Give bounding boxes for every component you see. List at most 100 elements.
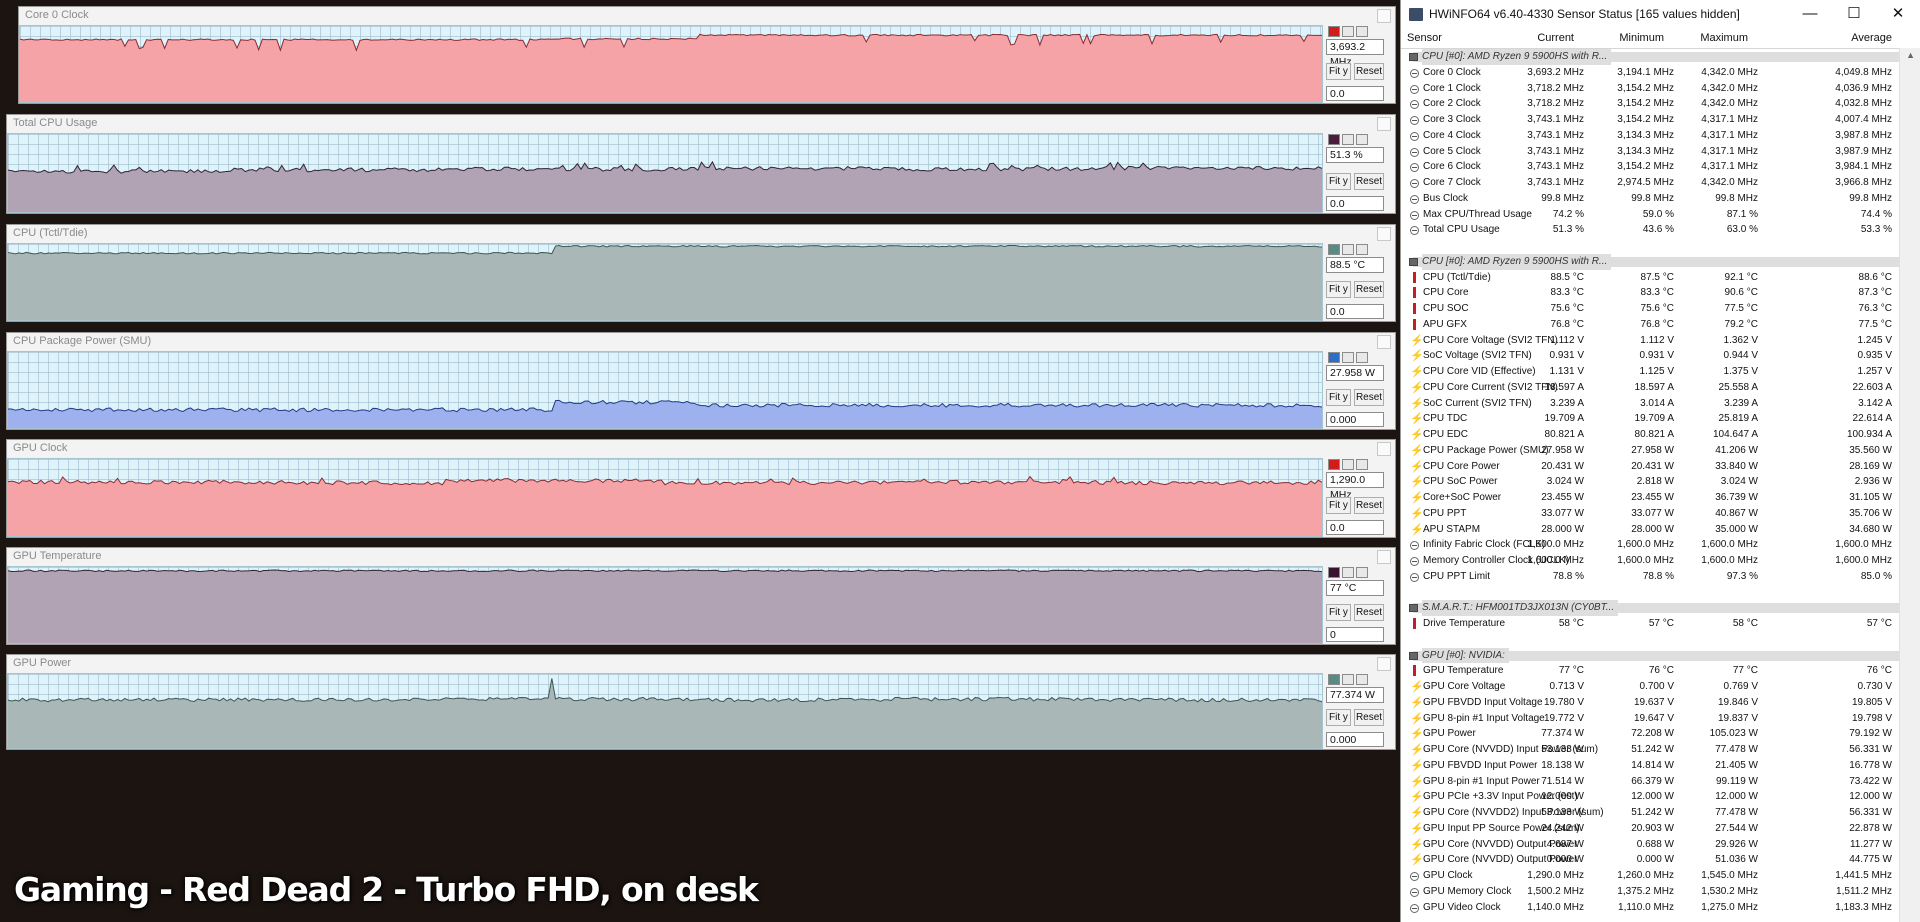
col-minimum[interactable]: Minimum — [1619, 32, 1664, 44]
sensor-row[interactable]: Core 0 Clock 3,693.2 MHz 3,194.1 MHz 4,342.… — [1401, 65, 1920, 81]
sensor-row[interactable]: Memory Controller Clock (UCLK) 1,600.0 MH… — [1401, 553, 1920, 569]
fit-y-button[interactable]: Fit y — [1326, 497, 1351, 514]
color-swatch-icon[interactable] — [1342, 26, 1354, 37]
sensor-row[interactable]: ⚡ GPU PCIe +3.3V Input Power (est) 12.000 … — [1401, 789, 1920, 805]
sensor-row[interactable]: Drive Temperature 58 °C 57 °C 58 °C 57 °C — [1401, 616, 1920, 632]
color-swatch-icon[interactable] — [1328, 352, 1340, 363]
color-swatches[interactable] — [1328, 567, 1368, 578]
scroll-up-arrow-icon[interactable]: ▲ — [1906, 50, 1915, 60]
sensor-row[interactable]: ⚡ CPU Core Power 20.431 W 20.431 W 33.840 W 2… — [1401, 459, 1920, 475]
sensor-group-header[interactable]: S.M.A.R.T.: HFM001TD3JX013N (CY0BT... — [1401, 600, 1920, 616]
color-swatch-icon[interactable] — [1342, 244, 1354, 255]
sensor-row[interactable]: Core 7 Clock 3,743.1 MHz 2,974.5 MHz 4,342.… — [1401, 175, 1920, 191]
reset-button[interactable]: Reset — [1354, 604, 1384, 621]
color-swatch-icon[interactable] — [1356, 459, 1368, 470]
fit-y-button[interactable]: Fit y — [1326, 709, 1351, 726]
fit-y-button[interactable]: Fit y — [1326, 389, 1351, 406]
graph-plot[interactable] — [7, 351, 1323, 429]
graph-plot[interactable] — [7, 133, 1323, 213]
reset-button[interactable]: Reset — [1354, 281, 1384, 298]
col-current[interactable]: Current — [1537, 32, 1574, 44]
reset-button[interactable]: Reset — [1354, 389, 1384, 406]
sensor-row[interactable]: Infinity Fabric Clock (FCLK) 1,600.0 MHz 1… — [1401, 537, 1920, 553]
min-value-box[interactable]: 0.0 — [1326, 520, 1384, 535]
minimize-icon[interactable]: — — [1788, 3, 1832, 25]
col-sensor[interactable]: Sensor — [1407, 32, 1442, 44]
vertical-scrollbar[interactable] — [1899, 48, 1920, 922]
color-swatch-icon[interactable] — [1356, 244, 1368, 255]
color-swatch-icon[interactable] — [1342, 134, 1354, 145]
color-swatch-icon[interactable] — [1328, 26, 1340, 37]
sensor-row[interactable]: ⚡ GPU FBVDD Input Voltage 19.780 V 19.637 V… — [1401, 695, 1920, 711]
sensor-row[interactable]: CPU PPT Limit 78.8 % 78.8 % 97.3 % 85.0 % — [1401, 569, 1920, 585]
sensor-row[interactable]: ⚡ GPU Core (NVVDD2) Input Power (sum) 53.1… — [1401, 805, 1920, 821]
sensor-row[interactable]: ⚡ GPU Core (NVVDD) Output Power 4.687 W 0.6… — [1401, 837, 1920, 853]
color-swatch-icon[interactable] — [1342, 459, 1354, 470]
fit-y-button[interactable]: Fit y — [1326, 63, 1351, 80]
sensor-row[interactable]: Core 4 Clock 3,743.1 MHz 3,134.3 MHz 4,317.… — [1401, 128, 1920, 144]
sensor-row[interactable]: Total CPU Usage 51.3 % 43.6 % 63.0 % 53.3 % — [1401, 222, 1920, 238]
sensor-row[interactable]: Core 6 Clock 3,743.1 MHz 3,154.2 MHz 4,317.… — [1401, 159, 1920, 175]
color-swatches[interactable] — [1328, 352, 1368, 363]
reset-button[interactable]: Reset — [1354, 63, 1384, 80]
sensor-row[interactable]: Core 2 Clock 3,718.2 MHz 3,154.2 MHz 4,342.… — [1401, 96, 1920, 112]
maximize-icon[interactable]: ☐ — [1832, 3, 1876, 25]
color-swatch-icon[interactable] — [1328, 459, 1340, 470]
graph-plot[interactable] — [7, 458, 1323, 537]
min-value-box[interactable]: 0 — [1326, 627, 1384, 642]
min-value-box[interactable]: 0.0 — [1326, 196, 1384, 211]
sensor-row[interactable]: ⚡ CPU Package Power (SMU) 27.958 W 27.958 W… — [1401, 443, 1920, 459]
sensor-row[interactable]: ⚡ GPU Core Voltage 0.713 V 0.700 V 0.769 V 0.… — [1401, 679, 1920, 695]
graph-plot[interactable] — [7, 243, 1323, 321]
color-swatch-icon[interactable] — [1328, 244, 1340, 255]
sensor-row[interactable]: ⚡ GPU Core (NVVDD) Output Power 0.000 W 0.0… — [1401, 852, 1920, 868]
sensor-row[interactable]: ⚡ GPU 8-pin #1 Input Voltage 19.772 V 19.64… — [1401, 711, 1920, 727]
color-swatch-icon[interactable] — [1356, 134, 1368, 145]
color-swatch-icon[interactable] — [1356, 352, 1368, 363]
sensor-group-header[interactable]: CPU [#0]: AMD Ryzen 9 5900HS with R... — [1401, 49, 1920, 65]
color-swatch-icon[interactable] — [1328, 567, 1340, 578]
col-average[interactable]: Average — [1851, 32, 1892, 44]
close-icon[interactable]: ✕ — [1876, 3, 1920, 25]
window-titlebar[interactable]: HWiNFO64 v6.40-4330 Sensor Status [165 v… — [1401, 0, 1920, 29]
col-maximum[interactable]: Maximum — [1700, 32, 1748, 44]
sensor-row[interactable]: GPU Video Clock 1,140.0 MHz 1,110.0 MHz 1,2… — [1401, 900, 1920, 916]
graph-window[interactable]: GPU Power 77.374 W Fit y Reset 0.000 — [6, 654, 1396, 750]
sensor-row[interactable]: CPU (Tctl/Tdie) 88.5 °C 87.5 °C 92.1 °C 88.6… — [1401, 270, 1920, 286]
sensor-group-header[interactable]: GPU [#0]: NVIDIA: — [1401, 647, 1920, 664]
graph-window[interactable]: Core 0 Clock 3,693.2 MHz Fit y Reset 0.0 — [18, 6, 1396, 104]
graph-plot[interactable] — [7, 566, 1323, 644]
graph-window[interactable]: GPU Clock 1,290.0 MHz Fit y Reset 0.0 — [6, 439, 1396, 538]
color-swatch-icon[interactable] — [1342, 674, 1354, 685]
color-swatch-icon[interactable] — [1356, 674, 1368, 685]
reset-button[interactable]: Reset — [1354, 497, 1384, 514]
sensor-group-header[interactable]: CPU [#0]: AMD Ryzen 9 5900HS with R... — [1401, 253, 1920, 270]
sensor-row[interactable]: ⚡ Core+SoC Power 23.455 W 23.455 W 36.739 W 3… — [1401, 490, 1920, 506]
min-value-box[interactable]: 0.000 — [1326, 412, 1384, 427]
sensor-row[interactable]: ⚡ GPU Power 77.374 W 72.208 W 105.023 W 79.19… — [1401, 726, 1920, 742]
sensor-row[interactable]: ⚡ GPU Core (NVVDD) Input Power (sum) 53.13… — [1401, 742, 1920, 758]
sensor-row[interactable]: Core 5 Clock 3,743.1 MHz 3,134.3 MHz 4,317.… — [1401, 144, 1920, 160]
color-swatch-icon[interactable] — [1356, 26, 1368, 37]
sensor-row[interactable]: ⚡ GPU 8-pin #1 Input Power 71.514 W 66.379 … — [1401, 774, 1920, 790]
color-swatch-icon[interactable] — [1328, 674, 1340, 685]
color-swatches[interactable] — [1328, 674, 1368, 685]
sensor-row[interactable]: ⚡ CPU PPT 33.077 W 33.077 W 40.867 W 35.706 W — [1401, 506, 1920, 522]
color-swatch-icon[interactable] — [1342, 352, 1354, 363]
sensor-row[interactable]: ⚡ SoC Voltage (SVI2 TFN) 0.931 V 0.931 V 0.9… — [1401, 348, 1920, 364]
color-swatch-icon[interactable] — [1342, 567, 1354, 578]
sensor-row[interactable]: ⚡ CPU EDC 80.821 A 80.821 A 104.647 A 100.934… — [1401, 427, 1920, 443]
sensor-row[interactable]: GPU Clock 1,290.0 MHz 1,260.0 MHz 1,545.0 M… — [1401, 868, 1920, 884]
color-swatch-icon[interactable] — [1328, 134, 1340, 145]
color-swatch-icon[interactable] — [1356, 567, 1368, 578]
min-value-box[interactable]: 0.000 — [1326, 732, 1384, 747]
sensor-row[interactable]: Core 3 Clock 3,743.1 MHz 3,154.2 MHz 4,317.… — [1401, 112, 1920, 128]
min-value-box[interactable]: 0.0 — [1326, 86, 1384, 101]
fit-y-button[interactable]: Fit y — [1326, 604, 1351, 621]
fit-y-button[interactable]: Fit y — [1326, 281, 1351, 298]
reset-button[interactable]: Reset — [1354, 709, 1384, 726]
sensor-row[interactable]: ⚡ CPU Core Voltage (SVI2 TFN) 1.112 V 1.112… — [1401, 333, 1920, 349]
sensor-row[interactable]: ⚡ GPU Input PP Source Power (sum) 24.242 W… — [1401, 821, 1920, 837]
sensor-row[interactable]: ⚡ CPU Core VID (Effective) 1.131 V 1.125 V 1… — [1401, 364, 1920, 380]
graph-plot[interactable] — [7, 673, 1323, 749]
